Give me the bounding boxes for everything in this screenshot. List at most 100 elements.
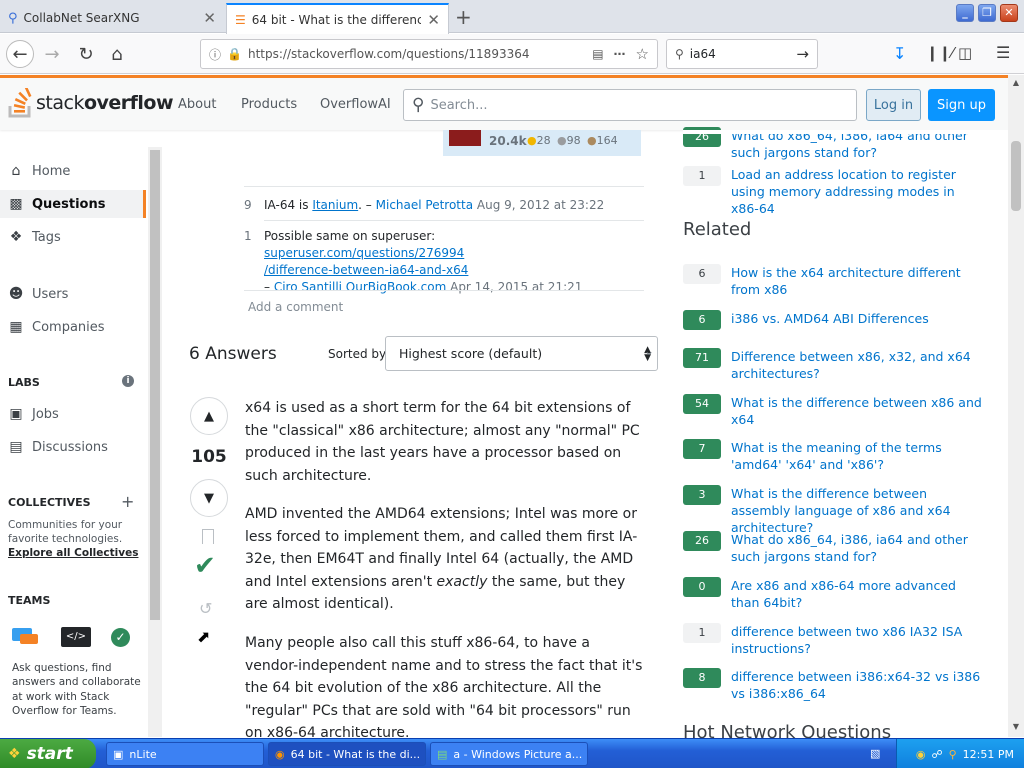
page-scrollbar[interactable]: ▲ ▼ xyxy=(1008,75,1024,737)
stackoverflow-logo-icon xyxy=(8,88,32,118)
download-icon[interactable]: ↧ xyxy=(893,44,906,63)
comment-user-link[interactable]: Ciro Santilli OurBigBook.com xyxy=(274,280,446,294)
scroll-up-icon[interactable]: ▲ xyxy=(1008,75,1024,91)
question-link[interactable]: What is the meaning of the terms 'amd64'… xyxy=(731,439,986,473)
nav-overflowai[interactable]: OverflowAI xyxy=(320,97,391,112)
browser-search-bar[interactable]: ⚲ ia64 → xyxy=(666,39,818,69)
question-link[interactable]: difference between two x86 IA32 ISA inst… xyxy=(731,623,986,657)
reader-view-icon[interactable]: ▤ xyxy=(592,47,603,61)
question-link[interactable]: difference between i386:x64-32 vs i386 v… xyxy=(731,668,986,702)
linked-question[interactable]: 1 Load an address location to register us… xyxy=(683,166,986,217)
answer-paragraph-2: AMD invented the AMD64 extensions; Intel… xyxy=(245,506,638,612)
sidebar-scrollbar-thumb[interactable] xyxy=(150,150,160,620)
login-button[interactable]: Log in xyxy=(866,89,921,121)
browser-tab-bar: ⚲ CollabNet SearXNG ✕ ☰ 64 bit - What is… xyxy=(0,0,1024,34)
sidebar-item-home[interactable]: ⌂ Home xyxy=(8,163,71,179)
sidebar-toggle-icon[interactable]: ◫ xyxy=(958,44,972,62)
browser-tab-searxng[interactable]: ⚲ CollabNet SearXNG ✕ xyxy=(0,3,224,33)
taskbar-item-nlite[interactable]: ▣ nLite xyxy=(106,742,264,766)
question-link[interactable]: Load an address location to register usi… xyxy=(731,166,986,217)
related-question[interactable]: 1 difference between two x86 IA32 ISA ins… xyxy=(683,623,986,657)
more-actions-icon[interactable]: ⋯ xyxy=(614,47,626,61)
sidebar-item-companies[interactable]: ▦ Companies xyxy=(8,319,104,335)
nav-products[interactable]: Products xyxy=(241,97,297,112)
itanium-link[interactable]: Itanium xyxy=(312,198,358,212)
upvote-button[interactable]: ▲ xyxy=(190,397,228,435)
signup-button[interactable]: Sign up xyxy=(928,89,995,121)
url-bar[interactable]: ⓘ 🔒 https://stackoverflow.com/questions/… xyxy=(200,39,658,69)
answer-count-badge: 1 xyxy=(683,623,721,643)
related-question[interactable]: 6 i386 vs. AMD64 ABI Differences xyxy=(683,310,986,330)
related-question[interactable]: 71 Difference between x86, x32, and x64 a… xyxy=(683,348,986,382)
superuser-link-cont[interactable]: /difference-between-ia64-and-x64 xyxy=(264,263,468,277)
teams-heading: TEAMS xyxy=(8,594,51,607)
maximize-icon[interactable]: ❐ xyxy=(978,4,996,22)
home-icon[interactable]: ⌂ xyxy=(103,40,131,68)
related-question[interactable]: 3 What is the difference between assembly… xyxy=(683,485,986,536)
sidebar-item-questions[interactable]: ▩ Questions xyxy=(8,196,105,212)
close-tab-icon[interactable]: ✕ xyxy=(427,11,440,29)
lock-icon: 🔒 xyxy=(227,47,242,61)
close-tab-icon[interactable]: ✕ xyxy=(203,9,216,27)
related-question[interactable]: 8 difference between i386:x64-32 vs i386 … xyxy=(683,668,986,702)
superuser-link[interactable]: superuser.com/questions/276994 xyxy=(264,246,464,260)
downvote-button[interactable]: ▼ xyxy=(190,479,228,517)
question-link[interactable]: What is the difference between x86 and x… xyxy=(731,394,986,428)
browser-tab-stackoverflow[interactable]: ☰ 64 bit - What is the difference bet ✕ xyxy=(226,3,449,34)
info-icon[interactable]: i xyxy=(122,375,134,387)
search-go-arrow-icon[interactable]: → xyxy=(796,45,809,63)
add-comment-link[interactable]: Add a comment xyxy=(248,300,343,314)
sidebar-item-label: Jobs xyxy=(32,406,59,422)
taskbar-item-picture-viewer[interactable]: ▤ a - Windows Picture a... xyxy=(430,742,588,766)
sort-select[interactable]: Highest score (default) ▲ ▼ xyxy=(385,336,658,371)
sidebar-item-jobs[interactable]: ▣ Jobs xyxy=(8,406,59,422)
sidebar-item-label: Discussions xyxy=(32,439,108,455)
sidebar-item-discussions[interactable]: ▤ Discussions xyxy=(8,439,108,455)
keyboard-icon[interactable]: ▧ xyxy=(870,747,880,760)
library-icon[interactable]: ❙❙⁄ xyxy=(926,44,954,62)
taskbar-item-firefox[interactable]: ◉ 64 bit - What is the di... xyxy=(268,742,426,766)
new-tab-icon[interactable]: + xyxy=(455,5,472,29)
sidebar-item-tags[interactable]: ❖ Tags xyxy=(8,229,61,245)
bookmark-star-icon[interactable]: ☆ xyxy=(636,45,649,63)
related-question[interactable]: 54 What is the difference between x86 and… xyxy=(683,394,986,428)
comment-user-link[interactable]: Michael Petrotta xyxy=(376,198,473,212)
browser-nav-bar: ← → ↻ ⌂ ⓘ 🔒 https://stackoverflow.com/qu… xyxy=(0,34,1024,74)
search-icon: ⚲ xyxy=(8,10,18,26)
history-icon[interactable]: ↺ xyxy=(199,599,212,618)
bookmark-icon[interactable] xyxy=(202,529,214,544)
plus-icon[interactable]: + xyxy=(121,492,134,511)
question-link[interactable]: What is the difference between assembly … xyxy=(731,485,986,536)
question-link[interactable]: Are x86 and x86-64 more advanced than 64… xyxy=(731,577,986,611)
related-question[interactable]: 6 How is the x64 architecture different f… xyxy=(683,264,986,298)
info-icon[interactable]: ⓘ xyxy=(209,46,221,63)
reload-icon[interactable]: ↻ xyxy=(72,40,100,68)
answer-paragraph-3: Many people also call this stuff x86-64,… xyxy=(245,635,643,741)
question-link[interactable]: How is the x64 architecture different fr… xyxy=(731,264,986,298)
network-icon[interactable]: ☍ xyxy=(931,748,942,761)
explore-collectives-link[interactable]: Explore all Collectives xyxy=(8,547,138,559)
window-close-icon[interactable]: ✕ xyxy=(1000,4,1018,22)
question-link[interactable]: Difference between x86, x32, and x64 arc… xyxy=(731,348,986,382)
hamburger-menu-icon[interactable]: ☰ xyxy=(996,43,1010,62)
volume-icon[interactable]: ◉ xyxy=(916,748,926,761)
related-question[interactable]: 7 What is the meaning of the terms 'amd64… xyxy=(683,439,986,473)
question-link[interactable]: i386 vs. AMD64 ABI Differences xyxy=(731,310,986,327)
scrollbar-thumb[interactable] xyxy=(1011,141,1021,211)
back-arrow-icon[interactable]: ← xyxy=(6,40,34,68)
question-link[interactable]: What do x86_64, i386, ia64 and other suc… xyxy=(731,531,986,565)
tab-title: 64 bit - What is the difference bet xyxy=(251,12,422,27)
clock[interactable]: 12:51 PM xyxy=(963,748,1014,761)
stackoverflow-logo[interactable]: stackoverflow xyxy=(8,88,174,118)
related-question[interactable]: 0 Are x86 and x86-64 more advanced than 6… xyxy=(683,577,986,611)
start-button[interactable]: ❖ start xyxy=(0,739,96,768)
related-question[interactable]: 26 What do x86_64, i386, ia64 and other s… xyxy=(683,531,986,565)
avatar[interactable] xyxy=(449,130,481,146)
search-tray-icon[interactable]: ⚲ xyxy=(949,748,957,761)
nav-about[interactable]: About xyxy=(178,97,216,112)
sidebar-item-users[interactable]: ☻ Users xyxy=(8,286,69,302)
forward-arrow-icon[interactable]: → xyxy=(38,40,66,68)
scroll-down-icon[interactable]: ▼ xyxy=(1008,719,1024,735)
minimize-icon[interactable]: _ xyxy=(956,4,974,22)
site-search-input[interactable]: ⚲ Search... xyxy=(403,89,857,121)
